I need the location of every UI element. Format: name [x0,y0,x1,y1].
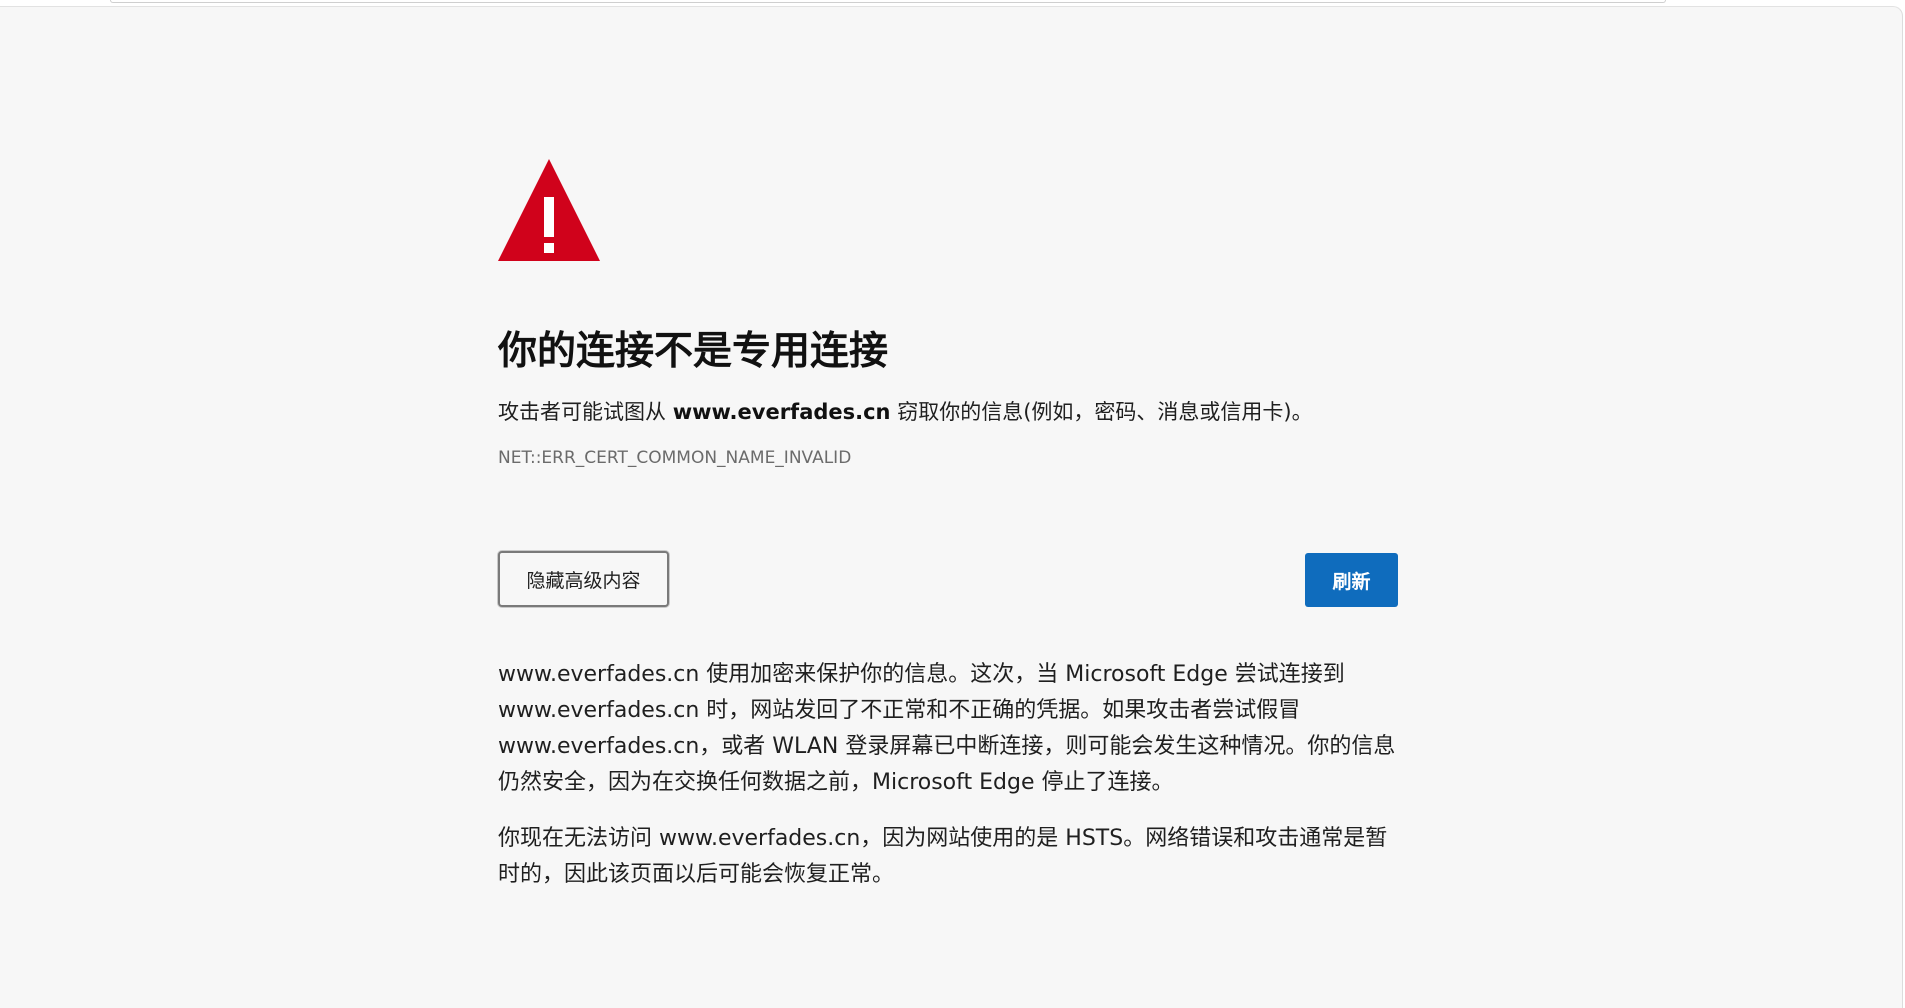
refresh-button[interactable]: 刷新 [1305,553,1398,607]
warning-triangle-icon [498,159,600,261]
error-page-content: 你的连接不是专用连接 攻击者可能试图从 www.everfades.cn 窃取你… [498,159,1398,893]
advanced-details: www.everfades.cn 使用加密来保护你的信息。这次，当 Micros… [498,657,1398,893]
button-row: 隐藏高级内容 刷新 [498,551,1398,607]
advanced-paragraph-1: www.everfades.cn 使用加密来保护你的信息。这次，当 Micros… [498,662,1396,795]
summary-prefix: 攻击者可能试图从 [498,400,673,424]
top-toolbar-edge [110,0,1666,3]
site-hostname: www.everfades.cn [672,400,891,424]
hide-advanced-button[interactable]: 隐藏高级内容 [498,551,669,607]
error-summary: 攻击者可能试图从 www.everfades.cn 窃取你的信息(例如，密码、消… [498,397,1398,427]
advanced-paragraph-2: 你现在无法访问 www.everfades.cn，因为网站使用的是 HSTS。网… [498,826,1388,887]
page-title: 你的连接不是专用连接 [498,329,889,374]
browser-viewport: 你的连接不是专用连接 攻击者可能试图从 www.everfades.cn 窃取你… [0,6,1903,1008]
error-code: NET::ERR_CERT_COMMON_NAME_INVALID [498,448,852,468]
summary-suffix: 窃取你的信息(例如，密码、消息或信用卡)。 [890,400,1313,424]
